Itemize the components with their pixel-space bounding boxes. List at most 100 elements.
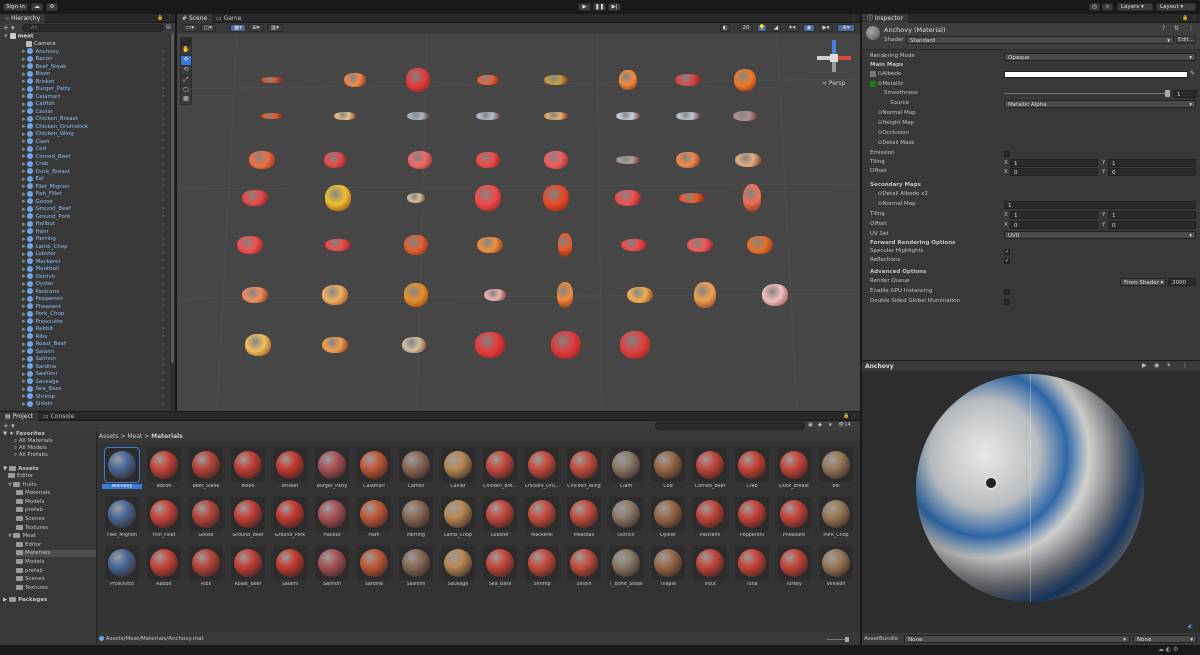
gear-icon[interactable]: ⚙ [46, 3, 58, 11]
camera-icon[interactable]: ▶▾ [819, 24, 833, 32]
material-thumbnail[interactable] [525, 448, 559, 482]
chevron-right-icon[interactable]: › [162, 288, 164, 296]
grid-snap-button[interactable]: ▦▾ [230, 24, 246, 32]
material-thumbnail[interactable] [231, 546, 265, 580]
hierarchy-item[interactable]: ▶ Shrimp › [22, 393, 172, 401]
material-thumbnail[interactable] [189, 497, 223, 531]
folder-tree-item[interactable]: Materials [16, 490, 50, 497]
material-thumbnail[interactable] [315, 546, 349, 580]
food-model[interactable] [344, 73, 366, 87]
chevron-right-icon[interactable]: › [162, 236, 164, 244]
emission-checkbox[interactable] [1004, 151, 1010, 157]
cloud-icon[interactable]: ☁ [31, 3, 43, 11]
folder-tree-item[interactable]: Scenes [16, 576, 45, 583]
material-thumbnail[interactable] [567, 448, 601, 482]
gizmos-icon[interactable]: ⊕▾ [837, 24, 855, 32]
hierarchy-scrollbar[interactable] [170, 33, 175, 411]
hierarchy-item[interactable]: ▶ Ribs › [22, 333, 172, 341]
material-thumbnail[interactable] [104, 447, 140, 483]
chevron-right-icon[interactable]: › [162, 183, 164, 191]
specular-checkbox[interactable]: ✓ [1004, 249, 1010, 255]
food-model[interactable] [477, 75, 499, 85]
increment-snap-button[interactable]: ▥▾ [267, 24, 283, 32]
chevron-right-icon[interactable]: › [162, 266, 164, 274]
hierarchy-item[interactable]: ▶ Ham › [22, 228, 172, 236]
food-model[interactable] [551, 331, 581, 359]
food-model[interactable] [475, 332, 505, 358]
material-thumbnail[interactable] [441, 448, 475, 482]
chevron-right-icon[interactable]: › [162, 161, 164, 169]
material-thumbnail[interactable] [315, 497, 349, 531]
breadcrumb-materials[interactable]: Materials [151, 433, 183, 440]
detail-mask-row[interactable]: ⊙Detail Mask [870, 139, 914, 148]
material-thumbnail[interactable] [819, 448, 853, 482]
albedo-slot-icon[interactable] [870, 70, 876, 77]
chevron-right-icon[interactable]: › [162, 108, 164, 116]
material-thumbnail[interactable] [273, 546, 307, 580]
packages-heading[interactable]: ▶ Packages [3, 597, 47, 604]
material-thumbnail[interactable] [777, 497, 811, 531]
hierarchy-item[interactable]: ▶ Eel › [22, 175, 172, 184]
chevron-right-icon[interactable]: › [162, 63, 164, 71]
hierarchy-item[interactable]: ▶ Ground_Beef › [22, 205, 172, 214]
tab-project[interactable]: ▤ Project [0, 412, 39, 421]
food-model[interactable] [324, 152, 346, 168]
hierarchy-item[interactable]: ▶ Pastrami › [22, 288, 172, 296]
chevron-right-icon[interactable]: › [162, 48, 164, 56]
material-thumbnail[interactable] [525, 497, 559, 531]
offset2-y-field[interactable]: 0 [1108, 221, 1196, 229]
food-model[interactable] [261, 113, 283, 119]
hierarchy-item[interactable]: ▶ Roast_Beef › [22, 340, 172, 349]
food-model[interactable] [619, 70, 637, 90]
folder-tree-item[interactable]: Materials [16, 550, 96, 558]
material-thumbnail[interactable] [609, 448, 643, 482]
food-model[interactable] [627, 287, 653, 303]
preview-scroll-icon[interactable]: ⬖ [1188, 623, 1193, 630]
chevron-right-icon[interactable]: › [162, 176, 164, 184]
hierarchy-item[interactable]: ▶ Pheasant › [22, 303, 172, 311]
food-model[interactable] [675, 74, 701, 86]
scene-row[interactable]: ▼ meat [4, 33, 34, 41]
hierarchy-item[interactable]: ▶ Lamb_Chop › [22, 243, 172, 251]
chevron-right-icon[interactable]: › [162, 213, 164, 221]
layout-dropdown[interactable]: Layout ▾ [1156, 3, 1196, 11]
folder-tree-item[interactable]: Models [16, 559, 44, 566]
chevron-right-icon[interactable]: › [162, 393, 164, 401]
material-thumbnail[interactable] [483, 448, 517, 482]
orientation-gizmo[interactable] [817, 40, 851, 74]
material-thumbnail[interactable] [147, 546, 181, 580]
scene-menu-icon[interactable]: ⋮ [851, 15, 856, 21]
hierarchy-item[interactable]: ▶ Ostrich › [22, 273, 172, 281]
material-thumbnail[interactable] [147, 448, 181, 482]
smoothness-slider[interactable] [1004, 90, 1170, 97]
edit-shader-button[interactable]: Edit... [1176, 36, 1196, 44]
material-thumbnail[interactable] [567, 497, 601, 531]
preview-menu-icon[interactable]: ⋮ [1182, 362, 1188, 369]
hierarchy-item[interactable]: ▶ Catfish › [22, 100, 172, 109]
hierarchy-item[interactable]: ▶ Corned_Beef › [22, 153, 172, 161]
icon-size-slider[interactable] [827, 637, 849, 642]
hierarchy-item[interactable]: ▶ Pork_Chop › [22, 310, 172, 319]
material-thumbnail[interactable] [189, 546, 223, 580]
project-lock-icon[interactable]: 🔒 [843, 413, 849, 419]
chevron-right-icon[interactable]: › [162, 206, 164, 214]
food-model[interactable] [242, 190, 268, 206]
material-thumbnail[interactable] [231, 448, 265, 482]
food-model[interactable] [676, 112, 700, 120]
hierarchy-item[interactable]: ▶ Caviar › [22, 108, 172, 116]
food-model[interactable] [322, 285, 348, 305]
assetbundle-variant-dropdown[interactable]: None ▾ [1133, 635, 1197, 643]
chevron-right-icon[interactable]: › [162, 153, 164, 161]
offset2-x-field[interactable]: 0 [1010, 221, 1098, 229]
pause-button[interactable]: ❚❚ [593, 3, 606, 11]
food-model[interactable] [249, 151, 275, 169]
assetbundle-dropdown[interactable]: None ▾ [904, 635, 1130, 643]
preview-shape-icon[interactable]: ◉ [1154, 362, 1159, 369]
food-model[interactable] [544, 75, 568, 85]
source-dropdown[interactable]: Metallic Alpha ▾ [1004, 100, 1196, 108]
food-model[interactable] [476, 152, 500, 168]
more-icon[interactable]: ⋮ [1188, 25, 1194, 32]
project-menu-icon[interactable]: ⋮ [852, 413, 857, 419]
play-button[interactable]: ▶ [578, 3, 591, 11]
material-thumbnail[interactable] [693, 546, 727, 580]
